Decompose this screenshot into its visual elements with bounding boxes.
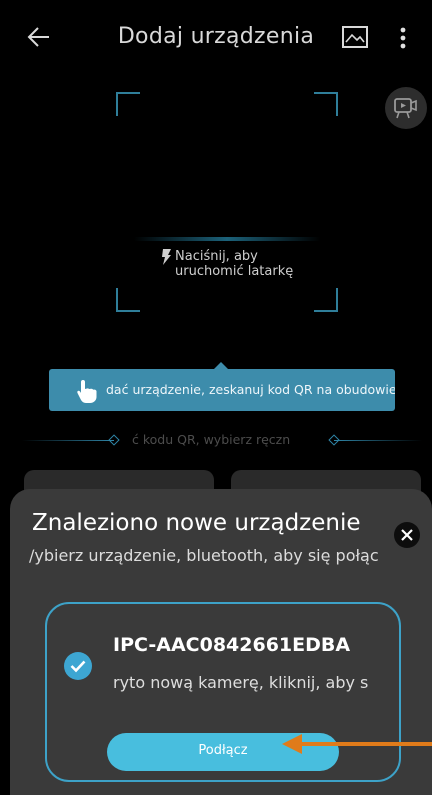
scan-line: [134, 237, 320, 241]
connect-button[interactable]: Podłącz: [107, 733, 339, 771]
video-camera-icon: [394, 98, 417, 119]
close-button[interactable]: [394, 522, 420, 548]
frame-corner: [116, 288, 140, 312]
flashlight-icon: [162, 249, 171, 265]
video-camera-button[interactable]: [385, 87, 427, 129]
image-icon[interactable]: [342, 26, 368, 48]
frame-corner: [314, 288, 338, 312]
sheet-subtitle: /ybierz urządzenie, bluetooth, aby się p…: [29, 546, 379, 565]
device-checkbox[interactable]: [64, 652, 92, 680]
frame-corner: [314, 92, 338, 116]
hand-pointer-icon: [77, 380, 97, 403]
device-description: ryto nową kamerę, kliknij, aby s: [113, 673, 369, 692]
scan-hint-text: dać urządzenie, zeskanuj kod QR na obudo…: [106, 382, 395, 397]
device-name: IPC-AAC0842661EDBA: [113, 634, 351, 656]
close-icon: [401, 529, 413, 541]
divider-text: ć kodu QR, wybierz ręczn: [132, 432, 291, 447]
check-icon: [70, 660, 86, 673]
torch-hint-text: Naciśnij, aby uruchomić latarkę: [175, 249, 294, 279]
scan-hint-banner: dać urządzenie, zeskanuj kod QR na obudo…: [49, 369, 395, 411]
device-found-sheet: Znaleziono nowe urządzenie /ybierz urząd…: [10, 489, 432, 795]
top-bar: Dodaj urządzenia: [0, 0, 432, 82]
device-card[interactable]: IPC-AAC0842661EDBA ryto nową kamerę, kli…: [45, 602, 401, 782]
sheet-title: Znaleziono nowe urządzenie: [32, 510, 361, 536]
divider-diamond: [108, 434, 120, 446]
connect-button-label: Podłącz: [198, 743, 248, 758]
more-vertical-icon[interactable]: [396, 26, 410, 50]
divider-line: [22, 440, 114, 441]
divider-line: [334, 440, 422, 441]
manual-add-divider: ć kodu QR, wybierz ręczn: [22, 430, 422, 450]
frame-corner: [116, 92, 140, 116]
qr-scan-frame: [116, 92, 338, 312]
